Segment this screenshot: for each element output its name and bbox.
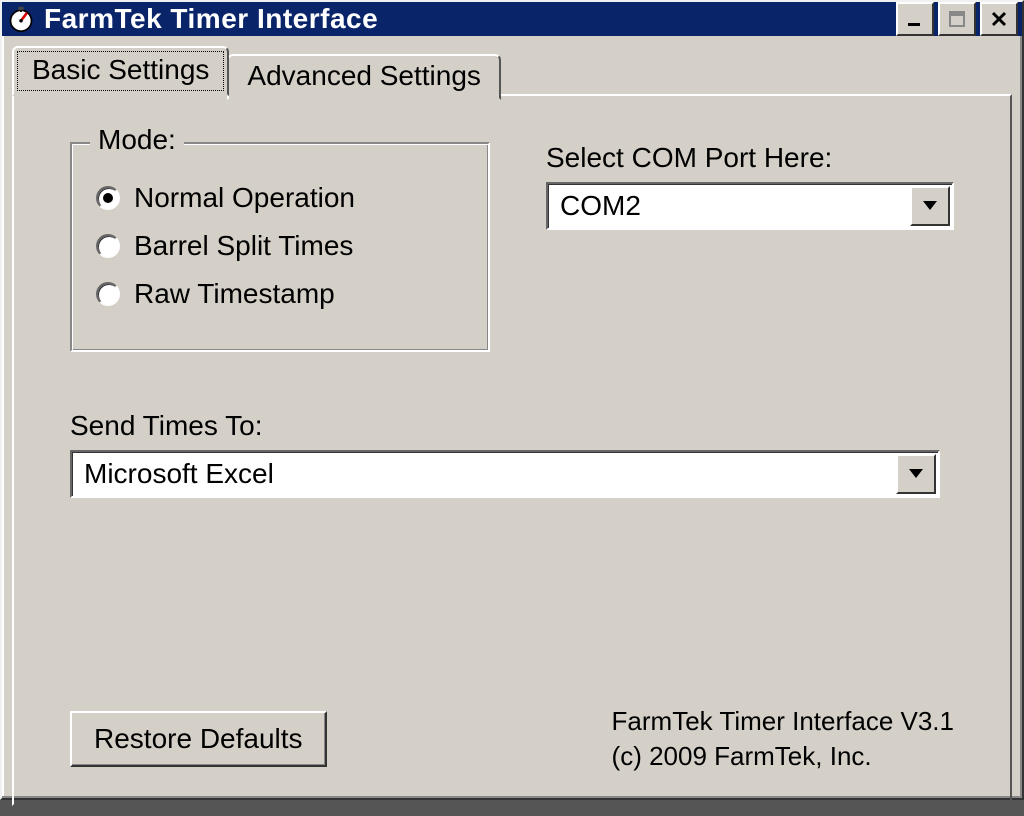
- stopwatch-icon: [6, 4, 36, 34]
- tab-advanced-settings[interactable]: Advanced Settings: [227, 54, 501, 100]
- radio-barrel-split-times[interactable]: Barrel Split Times: [96, 230, 458, 262]
- send-times-to-value: Microsoft Excel: [72, 452, 894, 496]
- com-port-combobox[interactable]: COM2: [546, 182, 954, 230]
- mode-legend: Mode:: [90, 124, 184, 156]
- send-times-to-section: Send Times To: Microsoft Excel: [70, 410, 954, 498]
- com-port-label: Select COM Port Here:: [546, 142, 954, 174]
- radio-label: Normal Operation: [134, 182, 355, 214]
- version-line: FarmTek Timer Interface V3.1: [612, 704, 954, 739]
- tab-panel-basic: Mode: Normal Operation Barrel Split Time…: [12, 94, 1012, 806]
- application-window: FarmTek Timer Interface Basic Settings A…: [0, 0, 1024, 800]
- com-port-section: Select COM Port Here: COM2: [546, 142, 954, 230]
- footer-row: Restore Defaults FarmTek Timer Interface…: [70, 704, 954, 774]
- tab-label: Basic Settings: [32, 54, 209, 85]
- client-area: Basic Settings Advanced Settings Mode: N…: [2, 36, 1022, 816]
- radio-icon: [96, 234, 120, 258]
- title-bar: FarmTek Timer Interface: [2, 2, 1022, 36]
- com-port-value: COM2: [548, 184, 908, 228]
- radio-icon: [96, 282, 120, 306]
- radio-raw-timestamp[interactable]: Raw Timestamp: [96, 278, 458, 310]
- tab-basic-settings[interactable]: Basic Settings: [12, 46, 229, 96]
- minimize-button[interactable]: [896, 2, 934, 36]
- tab-strip: Basic Settings Advanced Settings: [12, 44, 1012, 94]
- version-info: FarmTek Timer Interface V3.1 (c) 2009 Fa…: [612, 704, 954, 774]
- chevron-down-icon[interactable]: [910, 186, 950, 226]
- send-times-to-label: Send Times To:: [70, 410, 954, 442]
- restore-defaults-button[interactable]: Restore Defaults: [70, 711, 327, 767]
- copyright-line: (c) 2009 FarmTek, Inc.: [612, 739, 954, 774]
- radio-label: Raw Timestamp: [134, 278, 335, 310]
- tab-label: Advanced Settings: [247, 60, 481, 91]
- button-label: Restore Defaults: [94, 723, 303, 754]
- radio-icon: [96, 186, 120, 210]
- top-row: Mode: Normal Operation Barrel Split Time…: [70, 142, 954, 352]
- radio-label: Barrel Split Times: [134, 230, 353, 262]
- maximize-button: [938, 2, 976, 36]
- chevron-down-icon[interactable]: [896, 454, 936, 494]
- radio-normal-operation[interactable]: Normal Operation: [96, 182, 458, 214]
- window-title: FarmTek Timer Interface: [44, 3, 892, 35]
- send-times-to-combobox[interactable]: Microsoft Excel: [70, 450, 940, 498]
- mode-groupbox: Mode: Normal Operation Barrel Split Time…: [70, 142, 490, 352]
- close-button[interactable]: [980, 2, 1018, 36]
